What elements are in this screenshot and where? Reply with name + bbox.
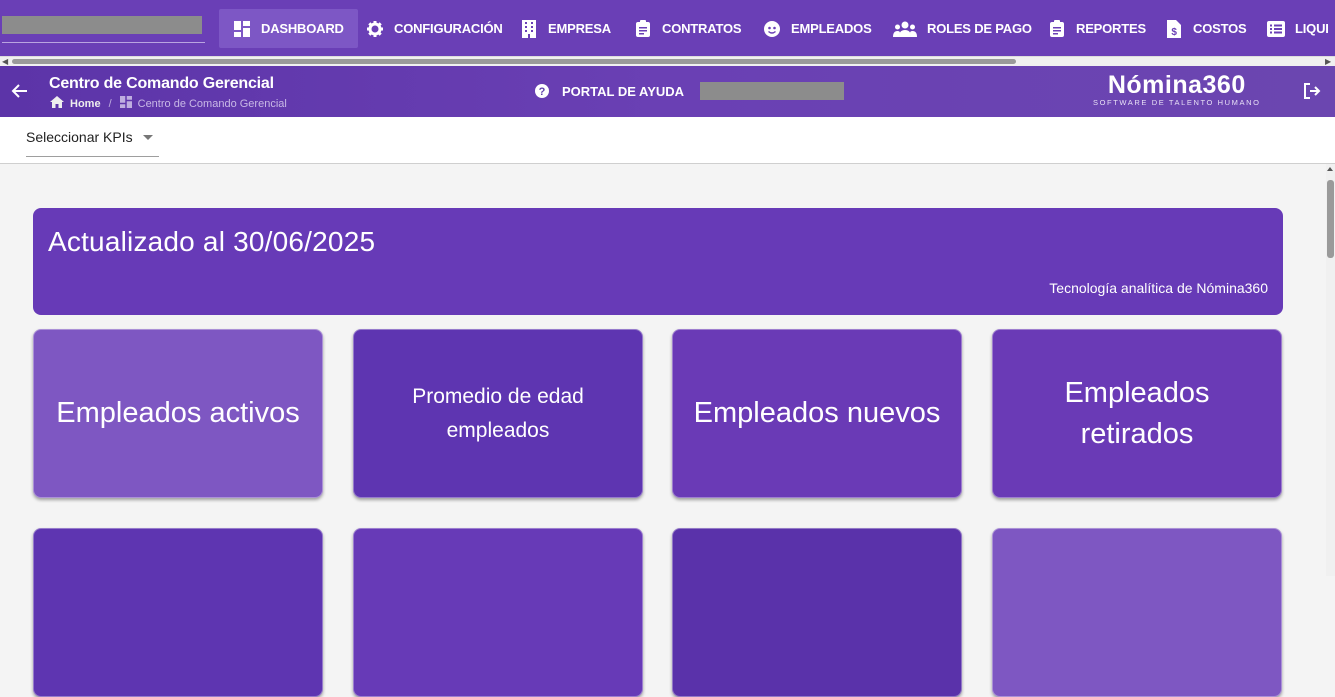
brand-name: Nómina360 [1107, 71, 1246, 99]
nav-reportes[interactable]: REPORTES [1048, 9, 1146, 48]
kpi-card-empleados-activos[interactable]: Empleados activos [33, 329, 323, 498]
chevron-down-icon [143, 135, 153, 140]
kpi-card-empleados-retirados[interactable]: Empleados retirados [992, 329, 1282, 498]
dollar-file-icon: $ [1165, 19, 1183, 38]
clipboard-icon [634, 20, 652, 38]
help-circle-icon: ? [534, 83, 550, 99]
users-icon [893, 20, 917, 38]
nav-liquidaciones-label: LIQUI [1295, 21, 1329, 36]
breadcrumb: Home / Centro de Comando Gerencial [50, 96, 287, 111]
nav-contratos[interactable]: CONTRATOS [634, 9, 742, 48]
home-icon[interactable] [50, 96, 64, 111]
redacted-company-logo [2, 16, 202, 34]
brand-logo: Nómina360 SOFTWARE DE TALENTO HUMANO [1093, 70, 1261, 107]
page-title: Centro de Comando Gerencial [49, 75, 274, 92]
dashboard-icon [119, 96, 132, 111]
vertical-scrollbar[interactable] [1326, 164, 1335, 576]
nav-configuracion[interactable]: CONFIGURACIÓN [366, 9, 503, 48]
kpi-card[interactable] [33, 528, 323, 697]
kpi-card-promedio-edad[interactable]: Promedio de edad empleados [353, 329, 643, 498]
analytics-credit: Tecnología analítica de Nómina360 [1049, 280, 1268, 296]
dashboard-icon [233, 20, 251, 38]
kpi-card[interactable] [672, 528, 962, 697]
nav-configuracion-label: CONFIGURACIÓN [394, 21, 503, 36]
scrollbar-thumb[interactable] [12, 59, 1016, 64]
clipboard-icon [1048, 20, 1066, 38]
kpi-card[interactable] [992, 528, 1282, 697]
nav-empleados[interactable]: EMPLEADOS [763, 9, 872, 48]
scroll-up-icon[interactable] [1327, 167, 1333, 171]
nav-roles-de-pago-label: ROLES DE PAGO [927, 21, 1032, 36]
kpi-toolbar: Seleccionar KPIs [0, 117, 1335, 164]
svg-text:?: ? [539, 86, 546, 98]
building-icon [520, 19, 538, 38]
horizontal-scrollbar[interactable]: ◀ ▶ [0, 56, 1335, 66]
face-icon [763, 20, 781, 38]
list-icon [1267, 20, 1285, 38]
breadcrumb-separator: / [108, 97, 112, 110]
top-navigation: DASHBOARD CONFIGURACIÓN EMPRESA CONTRATO… [0, 0, 1335, 56]
scroll-left-icon[interactable]: ◀ [2, 57, 8, 66]
brand-tagline: SOFTWARE DE TALENTO HUMANO [1093, 98, 1261, 107]
breadcrumb-current: Centro de Comando Gerencial [137, 97, 287, 110]
kpi-select[interactable]: Seleccionar KPIs [26, 129, 159, 157]
help-portal-link[interactable]: ? PORTAL DE AYUDA [534, 83, 684, 99]
nav-costos-label: COSTOS [1193, 21, 1247, 36]
redacted-user-info [700, 82, 844, 100]
page-header: Centro de Comando Gerencial Home / Centr… [0, 66, 1335, 117]
kpi-card[interactable] [353, 528, 643, 697]
scroll-right-icon[interactable]: ▶ [1325, 57, 1331, 66]
kpi-select-label: Seleccionar KPIs [26, 129, 133, 145]
svg-text:$: $ [1171, 27, 1177, 38]
update-banner: Actualizado al 30/06/2025 Tecnología ana… [33, 208, 1283, 315]
kpi-card-label: Promedio de edad empleados [412, 384, 584, 442]
kpi-card-label: Empleados retirados [1064, 376, 1210, 450]
nav-liquidaciones[interactable]: LIQUI [1267, 9, 1329, 48]
nav-costos[interactable]: $ COSTOS [1165, 9, 1247, 48]
nav-reportes-label: REPORTES [1076, 21, 1146, 36]
scrollbar-thumb[interactable] [1327, 180, 1334, 258]
kpi-card-label: Empleados nuevos [693, 397, 941, 430]
kpi-card-label: Empleados activos [56, 397, 300, 430]
help-portal-label: PORTAL DE AYUDA [562, 83, 685, 99]
nav-dashboard-label: DASHBOARD [261, 21, 344, 36]
breadcrumb-home[interactable]: Home [70, 98, 101, 110]
divider [2, 42, 205, 43]
nav-empresa-label: EMPRESA [548, 21, 611, 36]
nav-empleados-label: EMPLEADOS [791, 21, 872, 36]
nav-contratos-label: CONTRATOS [662, 21, 742, 36]
kpi-card-empleados-nuevos[interactable]: Empleados nuevos [672, 329, 962, 498]
nav-dashboard[interactable]: DASHBOARD [219, 9, 358, 48]
gear-icon [366, 20, 384, 38]
logout-icon[interactable] [1303, 82, 1321, 100]
nav-empresa[interactable]: EMPRESA [520, 9, 611, 48]
updated-date: Actualizado al 30/06/2025 [48, 226, 376, 257]
nav-roles-de-pago[interactable]: ROLES DE PAGO [893, 9, 1032, 48]
back-arrow-icon[interactable] [11, 82, 29, 100]
